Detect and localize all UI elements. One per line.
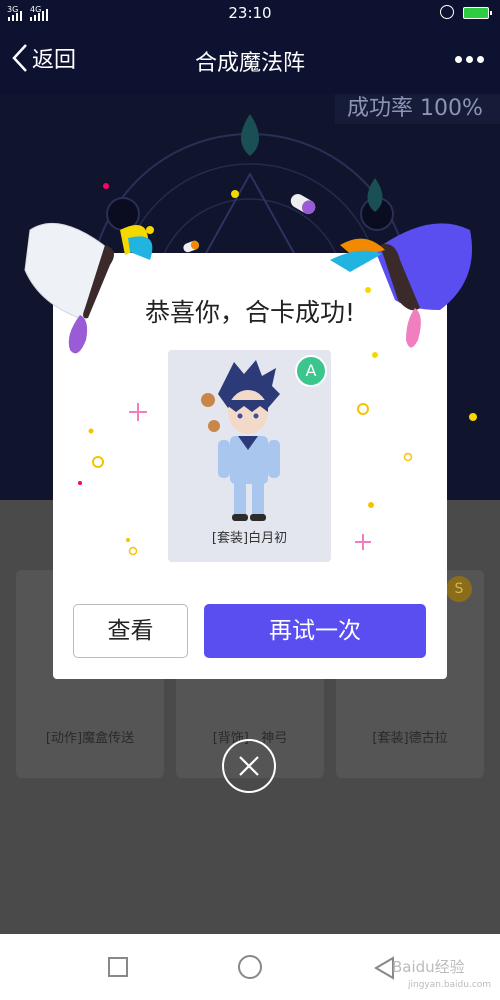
status-time: 23:10 (228, 4, 272, 22)
status-bar: 3G 4G 23:10 (0, 0, 500, 26)
background-card-label: [套装]德古拉 (372, 731, 448, 746)
rotation-lock-icon (440, 5, 454, 19)
watermark-url: jingyan.baidu.com (408, 980, 492, 990)
potion-cups-decoration (24, 194, 472, 358)
retry-button[interactable]: 再试一次 (204, 604, 426, 658)
close-dialog-button[interactable] (222, 739, 276, 793)
system-nav-bar: Baidu经验 jingyan.baidu.com (0, 934, 500, 1000)
battery-icon (463, 7, 492, 19)
watermark-text: Baidu经验 (392, 958, 465, 976)
recent-apps-button[interactable] (108, 957, 128, 977)
home-button[interactable] (238, 955, 262, 979)
more-options-button[interactable] (455, 56, 484, 63)
rank-s-badge: S (446, 576, 472, 602)
success-rate-label: 成功率 100% (335, 94, 500, 124)
app-header: 返回 合成魔法阵 (0, 26, 500, 94)
background-card-label: [动作]魔盒传送 (45, 731, 135, 746)
view-button[interactable]: 查看 (73, 604, 188, 658)
page-title: 合成魔法阵 (194, 51, 305, 76)
close-icon (239, 756, 259, 776)
